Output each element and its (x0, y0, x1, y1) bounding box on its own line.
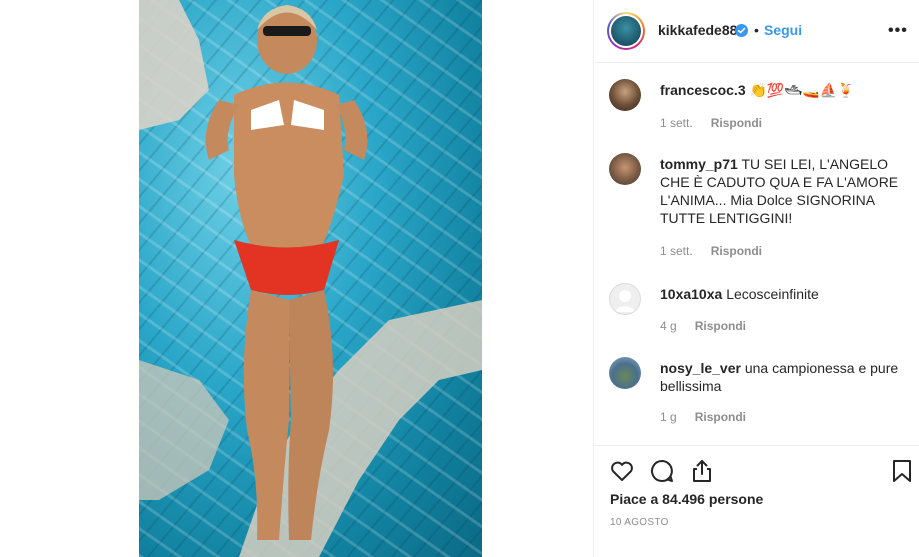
commenter-avatar[interactable] (609, 79, 641, 111)
more-options-icon[interactable]: ••• (888, 22, 908, 40)
comment-meta: 1 g Rispondi (660, 410, 746, 424)
reply-button[interactable]: Rispondi (711, 244, 762, 258)
comment-username[interactable]: 10xa10xa (660, 286, 722, 302)
post-sidebar: kikkafede88 • Segui ••• francescoc.3 👏💯🛥… (593, 0, 919, 557)
follow-button[interactable]: Segui (764, 22, 802, 38)
share-icon[interactable] (689, 458, 715, 484)
post-header: kikkafede88 • Segui ••• (594, 0, 919, 63)
photo-illustration (139, 0, 482, 557)
comment-meta: 1 sett. Rispondi (660, 116, 762, 130)
post-date[interactable]: 10 AGOSTO (610, 517, 669, 528)
author-username[interactable]: kikkafede88 (658, 22, 737, 38)
default-avatar-icon (614, 290, 636, 312)
post-photo[interactable] (139, 0, 482, 557)
photo-area (0, 0, 593, 557)
comment-meta: 1 sett. Rispondi (660, 244, 762, 258)
likes-count[interactable]: Piace a 84.496 persone (610, 491, 763, 507)
verified-badge-icon (735, 24, 748, 37)
comment-meta: 4 g Rispondi (660, 319, 746, 333)
comment-time[interactable]: 1 sett. (660, 116, 693, 130)
comment-time[interactable]: 1 sett. (660, 244, 693, 258)
comment-time[interactable]: 4 g (660, 319, 677, 333)
comment-time[interactable]: 1 g (660, 410, 677, 424)
reply-button[interactable]: Rispondi (695, 319, 746, 333)
bookmark-icon[interactable] (889, 458, 915, 484)
separator-dot: • (754, 22, 759, 38)
comment-icon[interactable] (649, 458, 675, 484)
comment-text: 👏💯🛥🚤⛵🍹 (749, 82, 855, 98)
story-ring[interactable] (607, 12, 645, 50)
comment-username[interactable]: nosy_le_ver (660, 360, 741, 376)
heart-icon[interactable] (609, 458, 635, 484)
comments-list: francescoc.3 👏💯🛥🚤⛵🍹 1 sett. Rispondi tomm… (594, 63, 919, 445)
commenter-avatar[interactable] (609, 153, 641, 185)
post-actions: Piace a 84.496 persone 10 AGOSTO (594, 445, 919, 557)
author-avatar (611, 16, 641, 46)
commenter-avatar[interactable] (609, 357, 641, 389)
commenter-avatar[interactable] (609, 283, 641, 315)
comment-username[interactable]: francescoc.3 (660, 82, 746, 98)
comment-username[interactable]: tommy_p71 (660, 156, 738, 172)
reply-button[interactable]: Rispondi (695, 410, 746, 424)
reply-button[interactable]: Rispondi (711, 116, 762, 130)
comment-text: Lecosceinfinite (726, 286, 819, 302)
